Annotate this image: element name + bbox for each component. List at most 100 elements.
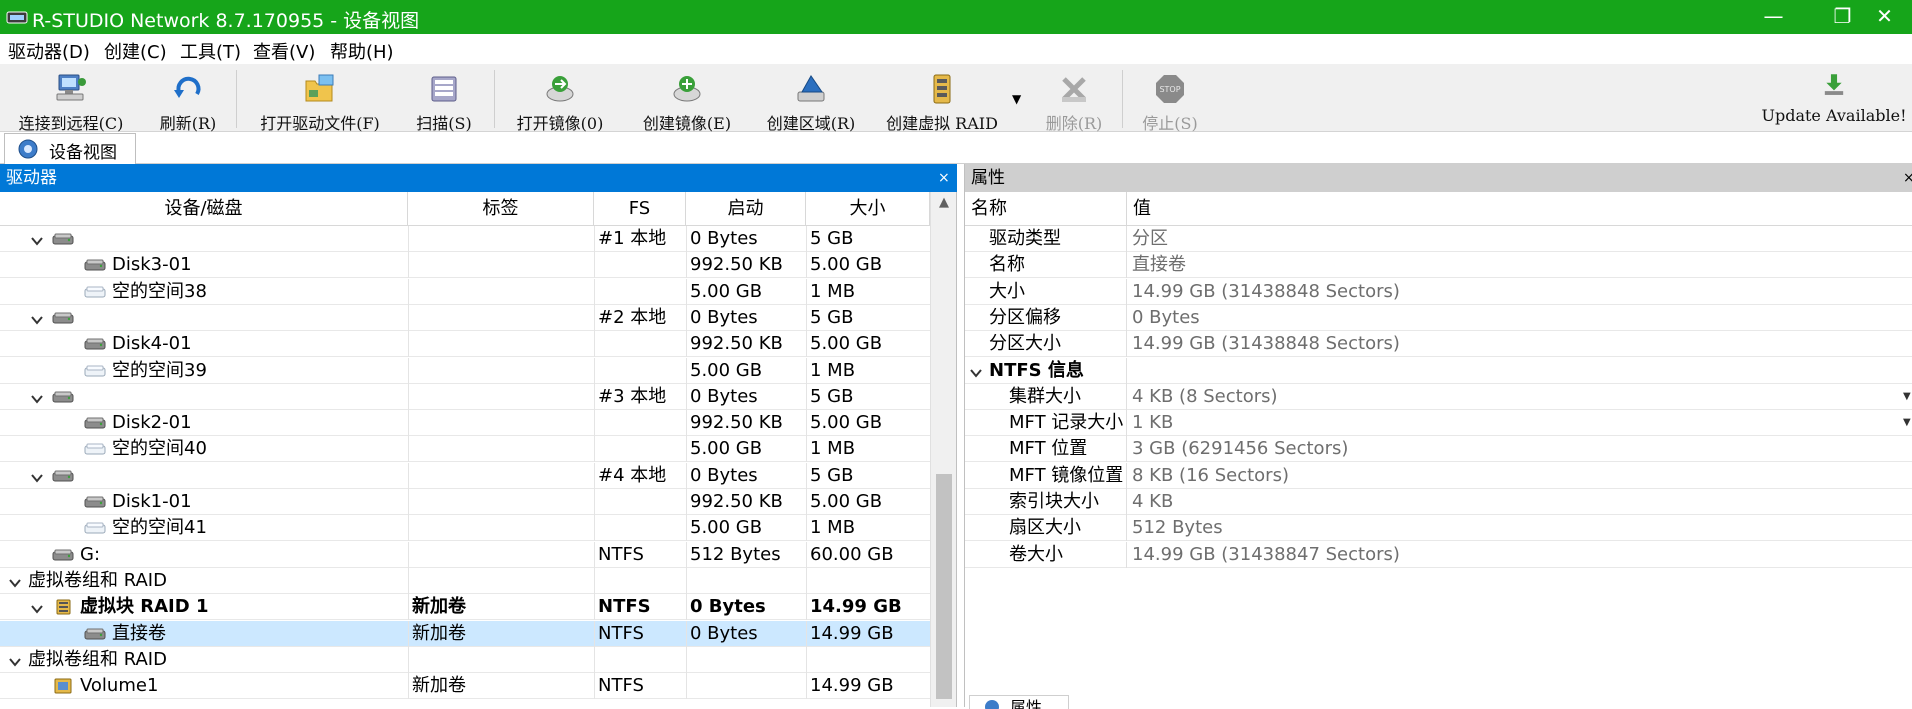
property-value: 14.99 GB (31438848 Sectors) — [1132, 333, 1400, 355]
create-virtual-raid-dropdown[interactable]: ▼ — [1012, 92, 1021, 106]
delete-button[interactable]: 删除(R) — [1036, 68, 1112, 133]
column-gridline — [806, 252, 807, 279]
column-gridline — [408, 278, 409, 305]
tree-row[interactable]: 虚拟卷组和 RAID — [0, 567, 930, 594]
property-row[interactable]: MFT 位置 3 GB (6291456 Sectors) — [965, 436, 1912, 463]
drives-vertical-scrollbar[interactable]: ▲ — [930, 192, 956, 707]
property-row[interactable]: 卷大小 14.99 GB (31438847 Sectors) — [965, 541, 1912, 568]
property-row[interactable]: 名称 直接卷 — [965, 252, 1912, 279]
device-name: Volume1 — [80, 675, 159, 697]
property-row[interactable]: 扇区大小 512 Bytes — [965, 515, 1912, 542]
column-gridline — [594, 252, 595, 279]
tab-device-view-label: 设备视图 — [49, 143, 117, 163]
chevron-down-icon[interactable] — [30, 600, 44, 614]
chevron-down-icon[interactable] — [8, 574, 22, 588]
column-gridline — [806, 541, 807, 568]
tree-row[interactable]: #1 本地 0 Bytes 5 GB — [0, 226, 930, 252]
menu-help[interactable]: 帮助(H) — [330, 38, 394, 64]
tree-row[interactable]: G: NTFS 512 Bytes 60.00 GB — [0, 541, 930, 568]
tree-row[interactable]: #2 本地 0 Bytes 5 GB — [0, 304, 930, 331]
open-drive-files-button[interactable]: 打开驱动文件(F) — [252, 68, 388, 133]
column-gridline — [1126, 331, 1127, 358]
filesystem: NTFS — [598, 596, 651, 618]
property-group-row[interactable]: NTFS 信息 — [965, 357, 1912, 384]
tree-row[interactable]: 直接卷 新加卷 NTFS 0 Bytes 14.99 GB — [0, 620, 930, 647]
property-row[interactable]: 索引块大小 4 KB — [965, 489, 1912, 515]
tab-device-view[interactable]: 设备视图 — [4, 133, 136, 164]
column-gridline — [1126, 226, 1127, 252]
scrollbar-thumb[interactable] — [936, 474, 952, 699]
create-region-button[interactable]: 创建区域(R) — [756, 68, 866, 133]
property-row[interactable]: 大小 14.99 GB (31438848 Sectors) — [965, 278, 1912, 305]
column-gridline — [686, 567, 687, 594]
filesystem: #2 本地 — [598, 306, 667, 328]
column-start[interactable]: 启动 — [686, 192, 806, 226]
start-offset: 992.50 KB — [690, 412, 783, 434]
volume-label — [412, 436, 592, 462]
size-value — [810, 647, 930, 673]
chevron-down-icon[interactable] — [30, 469, 44, 483]
update-available-button[interactable]: Update Available! — [1756, 68, 1912, 130]
dropdown-arrow-icon[interactable]: ▼ — [1903, 384, 1911, 410]
column-label[interactable]: 标签 — [408, 192, 594, 226]
property-row[interactable]: 驱动类型 分区 — [965, 226, 1912, 252]
close-button[interactable]: ✕ — [1850, 0, 1912, 34]
tree-row[interactable]: 空的空间38 5.00 GB 1 MB — [0, 278, 930, 305]
column-fs[interactable]: FS — [594, 192, 686, 226]
device-name: Disk2-01 — [112, 412, 192, 434]
dropdown-arrow-icon[interactable]: ▼ — [1903, 410, 1911, 436]
refresh-label: 刷新(R) — [159, 114, 217, 133]
device-name — [80, 463, 408, 489]
column-size[interactable]: 大小 — [806, 192, 930, 226]
column-value[interactable]: 值 — [1127, 192, 1912, 226]
tree-row[interactable]: 空的空间41 5.00 GB 1 MB — [0, 515, 930, 542]
tree-row[interactable]: #4 本地 0 Bytes 5 GB — [0, 462, 930, 489]
chevron-down-icon[interactable] — [30, 311, 44, 325]
tree-row[interactable]: 空的空间40 5.00 GB 1 MB — [0, 436, 930, 463]
device-name: 空的空间41 — [112, 517, 207, 539]
device-name: 虚拟卷组和 RAID — [28, 648, 167, 670]
menu-tools[interactable]: 工具(T) — [180, 38, 241, 64]
tree-row[interactable]: Disk2-01 992.50 KB 5.00 GB — [0, 410, 930, 437]
connect-remote-button[interactable]: 连接到远程(C) — [8, 68, 134, 133]
start-offset: 5.00 GB — [690, 359, 763, 381]
drives-panel-close-button[interactable]: × — [938, 164, 950, 192]
properties-panel-close-button[interactable]: × — [1903, 164, 1912, 192]
document-tab-strip: 设备视图 — [0, 132, 1912, 164]
open-image-button[interactable]: 打开镜像(0) — [508, 68, 612, 133]
column-gridline — [686, 620, 687, 647]
properties-panel-header: 属性 — [965, 164, 1912, 192]
property-row[interactable]: MFT 镜像位置 8 KB (16 Sectors) — [965, 462, 1912, 489]
scroll-up-arrow-icon[interactable]: ▲ — [931, 192, 957, 214]
tree-row[interactable]: #3 本地 0 Bytes 5 GB — [0, 383, 930, 410]
filesystem — [598, 358, 686, 384]
menu-drive[interactable]: 驱动器(D) — [8, 38, 90, 64]
create-virtual-raid-button[interactable]: 创建虚拟 RAID — [878, 68, 1006, 133]
refresh-button[interactable]: 刷新(R) — [150, 68, 226, 133]
chevron-down-icon[interactable] — [8, 653, 22, 667]
property-row[interactable]: 分区偏移 0 Bytes — [965, 304, 1912, 331]
property-row[interactable]: 集群大小 4 KB (8 Sectors) ▼ — [965, 383, 1912, 410]
property-row[interactable]: 分区大小 14.99 GB (31438848 Sectors) — [965, 331, 1912, 358]
minimize-button[interactable]: — — [1739, 0, 1808, 34]
tree-row[interactable]: Disk1-01 992.50 KB 5.00 GB — [0, 489, 930, 515]
tree-row[interactable]: Disk4-01 992.50 KB 5.00 GB — [0, 331, 930, 358]
scan-button[interactable]: 扫描(S) — [404, 68, 484, 133]
tree-row[interactable]: Disk3-01 992.50 KB 5.00 GB — [0, 252, 930, 279]
tree-row[interactable]: 空的空间39 5.00 GB 1 MB — [0, 357, 930, 384]
chevron-down-icon[interactable] — [30, 390, 44, 404]
menu-view[interactable]: 查看(V) — [253, 38, 315, 64]
column-device-disk[interactable]: 设备/磁盘 — [0, 192, 408, 226]
stop-button[interactable]: STOP 停止(S) — [1132, 68, 1208, 133]
create-image-button[interactable]: 创建镜像(E) — [632, 68, 742, 133]
window-title: R-STUDIO Network 8.7.170955 - 设备视图 — [32, 10, 420, 32]
tree-row[interactable]: 虚拟块 RAID 1 新加卷 NTFS 0 Bytes 14.99 GB — [0, 594, 930, 621]
chevron-down-icon[interactable] — [969, 364, 983, 378]
column-name[interactable]: 名称 — [965, 192, 1127, 226]
tree-row[interactable]: Volume1 新加卷 NTFS 14.99 GB — [0, 673, 930, 700]
chevron-down-icon[interactable] — [30, 232, 44, 246]
menu-create[interactable]: 创建(C) — [104, 38, 167, 64]
property-row[interactable]: MFT 记录大小 1 KB ▼ — [965, 410, 1912, 437]
volume-label — [412, 515, 592, 541]
tree-row[interactable]: 虚拟卷组和 RAID — [0, 646, 930, 673]
